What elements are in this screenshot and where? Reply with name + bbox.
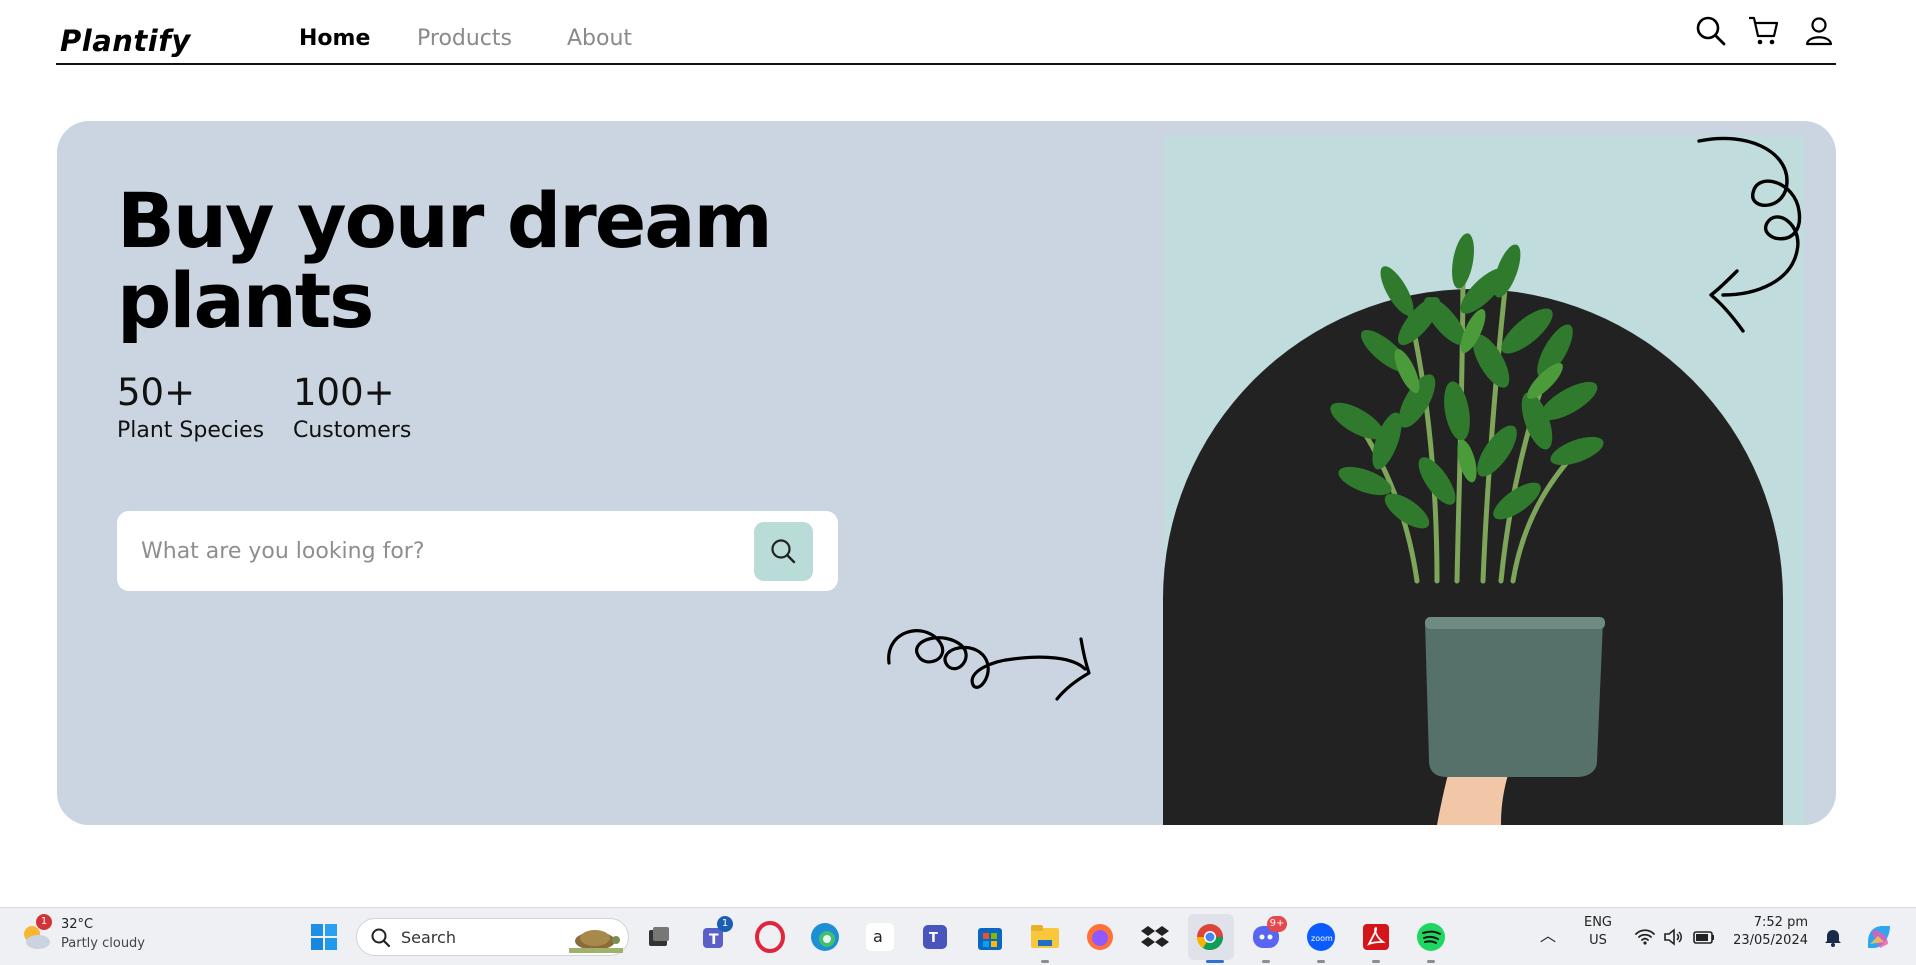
svg-text:T: T (709, 932, 719, 948)
weather-widget[interactable]: 1 32°C Partly cloudy (18, 914, 168, 958)
language-line1[interactable]: ENG (1582, 915, 1614, 930)
webpage: Plantify Home Products About Buy your dr… (0, 0, 1898, 907)
svg-text:zoom: zoom (1311, 934, 1333, 943)
store-icon[interactable] (973, 920, 1007, 954)
wifi-icon[interactable] (1634, 926, 1656, 948)
potted-plant-image (1330, 233, 1605, 825)
clock-time[interactable]: 7:52 pm (1736, 915, 1808, 930)
acrobat-icon[interactable] (1359, 920, 1393, 954)
stat-value: 50+ (117, 371, 196, 414)
weather-temp: 32°C (61, 917, 94, 932)
task-view-icon[interactable] (641, 920, 675, 954)
stat-species: 50+ Plant Species (117, 371, 264, 443)
logo[interactable]: Plantify (60, 24, 191, 58)
search-icon (771, 539, 796, 564)
cart-icon[interactable] (1747, 14, 1781, 48)
hero-title-line2: plants (117, 256, 374, 345)
spotify-icon[interactable] (1414, 920, 1448, 954)
user-icon[interactable] (1802, 14, 1836, 48)
hero-title-line1: Buy your dream (117, 176, 773, 265)
opera-icon[interactable] (753, 920, 787, 954)
teams-icon[interactable]: T 1 (697, 916, 733, 954)
weather-badge: 1 (36, 914, 52, 930)
chrome-icon[interactable] (1193, 920, 1227, 954)
discord-icon[interactable]: 9+ (1249, 916, 1287, 954)
stat-value: 100+ (293, 371, 395, 414)
notification-bell-icon[interactable] (1822, 926, 1844, 948)
clock-date[interactable]: 23/05/2024 (1728, 933, 1808, 948)
battery-icon[interactable] (1692, 926, 1716, 948)
taskbar-search[interactable]: Search (356, 918, 629, 956)
windows-start-icon[interactable] (307, 920, 341, 954)
hero-title: Buy your dream plants (117, 181, 837, 341)
nav-about[interactable]: About (567, 26, 632, 51)
top-nav: Plantify Home Products About (56, 0, 1836, 65)
stat-label: Plant Species (117, 418, 265, 443)
language-line2[interactable]: US (1582, 933, 1614, 948)
teams-new-icon[interactable]: T (918, 920, 952, 954)
search-icon[interactable] (1694, 14, 1728, 48)
show-hidden-icons-chevron[interactable]: ︿ (1540, 922, 1556, 946)
firefox-icon[interactable] (1083, 920, 1117, 954)
turtle-search-highlight-icon (569, 930, 623, 953)
zoom-icon[interactable]: zoom (1304, 920, 1338, 954)
svg-text:T: T (929, 931, 938, 946)
volume-icon[interactable] (1662, 926, 1684, 948)
taskbar: 1 32°C Partly cloudy Search T 1 a T 9+ z… (0, 907, 1916, 965)
edge-icon[interactable] (808, 920, 842, 954)
curly-arrow-decoration (1697, 136, 1802, 333)
hero-banner: Buy your dream plants 50+ Plant Species … (57, 121, 1836, 825)
dropbox-icon[interactable] (1138, 920, 1172, 954)
amazon-icon[interactable]: a (863, 920, 897, 954)
discord-badge: 9+ (1267, 916, 1287, 932)
hero-search-box (117, 511, 838, 591)
hero-search-button[interactable] (754, 522, 813, 581)
taskbar-search-label: Search (401, 928, 456, 947)
svg-text:a: a (873, 927, 883, 946)
nav-products[interactable]: Products (417, 26, 512, 51)
search-icon (371, 928, 391, 948)
weather-condition: Partly cloudy (61, 936, 145, 951)
stat-customers: 100+ Customers (293, 371, 411, 443)
stat-label: Customers (293, 418, 412, 443)
squiggle-arrow-decoration (887, 629, 1091, 701)
nav-home[interactable]: Home (299, 26, 370, 51)
copilot-icon[interactable] (1862, 920, 1896, 954)
hero-search-input[interactable] (141, 511, 731, 591)
file-explorer-icon[interactable] (1028, 920, 1062, 954)
teams-badge: 1 (717, 916, 733, 932)
